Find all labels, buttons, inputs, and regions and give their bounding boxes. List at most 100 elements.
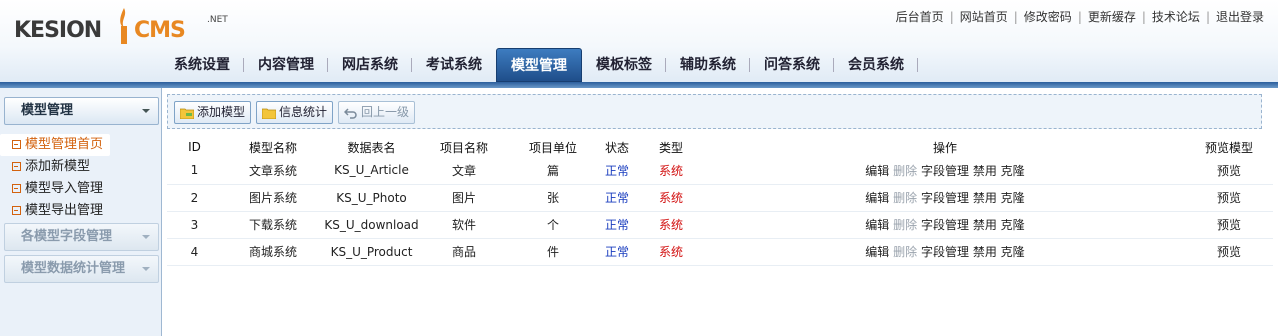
chevron-down-icon — [142, 267, 150, 271]
toolbar: 添加模型 信息统计 回上一级 — [167, 94, 1262, 129]
cell-id: 2 — [167, 184, 222, 212]
tab-template-tags[interactable]: 模板标签 — [582, 48, 666, 82]
disable-link[interactable]: 禁用 — [973, 191, 997, 205]
tab-content-management[interactable]: 内容管理 — [244, 48, 328, 82]
cell-actions: 编辑 删除 字段管理 禁用 克隆 — [705, 211, 1185, 239]
tab-model-management[interactable]: 模型管理 — [496, 48, 582, 82]
table-row: 1 文章系统 KS_U_Article 文章篇正常 系统 编辑 删除 字段管理 禁用 克隆… — [167, 157, 1273, 185]
cell-item-name: 商品 — [419, 238, 509, 266]
cell-table-name: KS_U_Product — [324, 238, 419, 266]
cell-type: 系统 — [637, 184, 705, 212]
edit-link[interactable]: 编辑 — [865, 164, 889, 178]
cell-status: 正常 — [597, 238, 637, 266]
clone-link[interactable]: 克隆 — [1001, 245, 1025, 259]
edit-link[interactable]: 编辑 — [865, 191, 889, 205]
cell-model-name: 下载系统 — [222, 211, 324, 239]
delete-link[interactable]: 删除 — [893, 218, 917, 232]
cell-type: 系统 — [637, 211, 705, 239]
delete-link[interactable]: 删除 — [893, 191, 917, 205]
sidebar-item-model-import[interactable]: 模型导入管理 — [0, 178, 162, 200]
sidebar-submenu: 模型管理首页 添加新模型 模型导入管理 模型导出管理 — [0, 134, 162, 222]
sidebar-section-data-stats[interactable]: 模型数据统计管理 — [4, 255, 159, 283]
col-type: 类型 — [658, 140, 683, 155]
tab-system-settings[interactable]: 系统设置 — [160, 48, 244, 82]
cell-status: 正常 — [597, 157, 637, 185]
cell-model-name: 商城系统 — [222, 238, 324, 266]
disable-link[interactable]: 禁用 — [973, 218, 997, 232]
cell-item-name: 文章 — [419, 157, 509, 185]
model-table: ID 模型名称 数据表名 项目名称 项目单位 状态 类型 操作 预览模型 1 文章… — [167, 137, 1273, 266]
sidebar-section-field-management[interactable]: 各模型字段管理 — [4, 223, 159, 251]
disable-link[interactable]: 禁用 — [973, 245, 997, 259]
cell-item-unit: 件 — [509, 238, 597, 266]
col-item-unit: 项目单位 — [528, 140, 577, 155]
delete-link[interactable]: 删除 — [893, 245, 917, 259]
cell-item-unit: 篇 — [509, 157, 597, 185]
field-management-link[interactable]: 字段管理 — [921, 245, 969, 259]
field-management-link[interactable]: 字段管理 — [921, 218, 969, 232]
minus-box-icon — [12, 140, 21, 149]
cell-actions: 编辑 删除 字段管理 禁用 克隆 — [705, 238, 1185, 266]
link-tech-forum[interactable]: 技术论坛 — [1152, 10, 1200, 24]
cell-item-unit: 个 — [509, 211, 597, 239]
nav-underline — [0, 82, 1278, 88]
back-button[interactable]: 回上一级 — [338, 101, 416, 124]
cell-table-name: KS_U_Photo — [324, 184, 419, 212]
link-logout[interactable]: 退出登录 — [1216, 10, 1264, 24]
add-model-button[interactable]: 添加模型 — [174, 101, 252, 124]
tab-auxiliary-system[interactable]: 辅助系统 — [666, 48, 750, 82]
col-model-name: 模型名称 — [248, 140, 297, 155]
logo-suffix: .NET — [207, 15, 228, 25]
sidebar-section-model-management[interactable]: 模型管理 — [4, 97, 159, 125]
field-management-link[interactable]: 字段管理 — [921, 191, 969, 205]
col-table-name: 数据表名 — [347, 140, 396, 155]
sidebar-item-model-export[interactable]: 模型导出管理 — [0, 200, 162, 222]
col-item-name: 项目名称 — [439, 140, 488, 155]
edit-link[interactable]: 编辑 — [865, 218, 889, 232]
folder-icon — [180, 108, 194, 119]
main-nav: 系统设置 内容管理 网店系统 考试系统 模型管理 模板标签 辅助系统 问答系统 … — [160, 48, 918, 82]
cell-status: 正常 — [597, 184, 637, 212]
preview-link[interactable]: 预览 — [1185, 238, 1273, 266]
chevron-down-icon — [142, 109, 150, 113]
tab-member-system[interactable]: 会员系统 — [834, 48, 918, 82]
cell-id: 3 — [167, 211, 222, 239]
col-status: 状态 — [604, 140, 629, 155]
link-update-cache[interactable]: 更新缓存 — [1088, 10, 1136, 24]
cell-id: 4 — [167, 238, 222, 266]
tab-exam-system[interactable]: 考试系统 — [412, 48, 496, 82]
cell-id: 1 — [167, 157, 222, 185]
cell-type: 系统 — [637, 157, 705, 185]
cell-model-name: 文章系统 — [222, 157, 324, 185]
preview-link[interactable]: 预览 — [1185, 211, 1273, 239]
cell-model-name: 图片系统 — [222, 184, 324, 212]
cell-table-name: KS_U_download — [324, 211, 419, 239]
minus-box-icon — [12, 206, 21, 215]
clone-link[interactable]: 克隆 — [1001, 164, 1025, 178]
logo-brand-right: CMS — [134, 18, 186, 43]
sidebar-item-add-model[interactable]: 添加新模型 — [0, 156, 162, 178]
info-stats-button[interactable]: 信息统计 — [256, 101, 334, 124]
field-management-link[interactable]: 字段管理 — [921, 164, 969, 178]
undo-arrow-icon — [344, 108, 357, 119]
header: KESION CMS .NET 后台首页 | 网站首页 | 修改密码 | 更新缓存 | 技术论坛… — [0, 0, 1278, 84]
clone-link[interactable]: 克隆 — [1001, 218, 1025, 232]
link-site-home[interactable]: 网站首页 — [960, 10, 1008, 24]
preview-link[interactable]: 预览 — [1185, 157, 1273, 185]
cell-table-name: KS_U_Article — [324, 157, 419, 185]
sidebar-item-model-home[interactable]: 模型管理首页 — [0, 134, 110, 156]
disable-link[interactable]: 禁用 — [973, 164, 997, 178]
table-row: 4 商城系统 KS_U_Product 商品件正常 系统 编辑 删除 字段管理 禁用 克隆… — [167, 238, 1273, 266]
delete-link[interactable]: 删除 — [893, 164, 917, 178]
clone-link[interactable]: 克隆 — [1001, 191, 1025, 205]
link-change-password[interactable]: 修改密码 — [1024, 10, 1072, 24]
tab-qa-system[interactable]: 问答系统 — [750, 48, 834, 82]
kesion-cms-logo[interactable]: KESION CMS .NET — [14, 6, 234, 52]
link-admin-home[interactable]: 后台首页 — [896, 10, 944, 24]
tab-shop-system[interactable]: 网店系统 — [328, 48, 412, 82]
edit-link[interactable]: 编辑 — [865, 245, 889, 259]
table-body: 1 文章系统 KS_U_Article 文章篇正常 系统 编辑 删除 字段管理 禁用 克隆… — [167, 157, 1273, 266]
preview-link[interactable]: 预览 — [1185, 184, 1273, 212]
chevron-down-icon — [142, 235, 150, 239]
cell-item-name: 图片 — [419, 184, 509, 212]
